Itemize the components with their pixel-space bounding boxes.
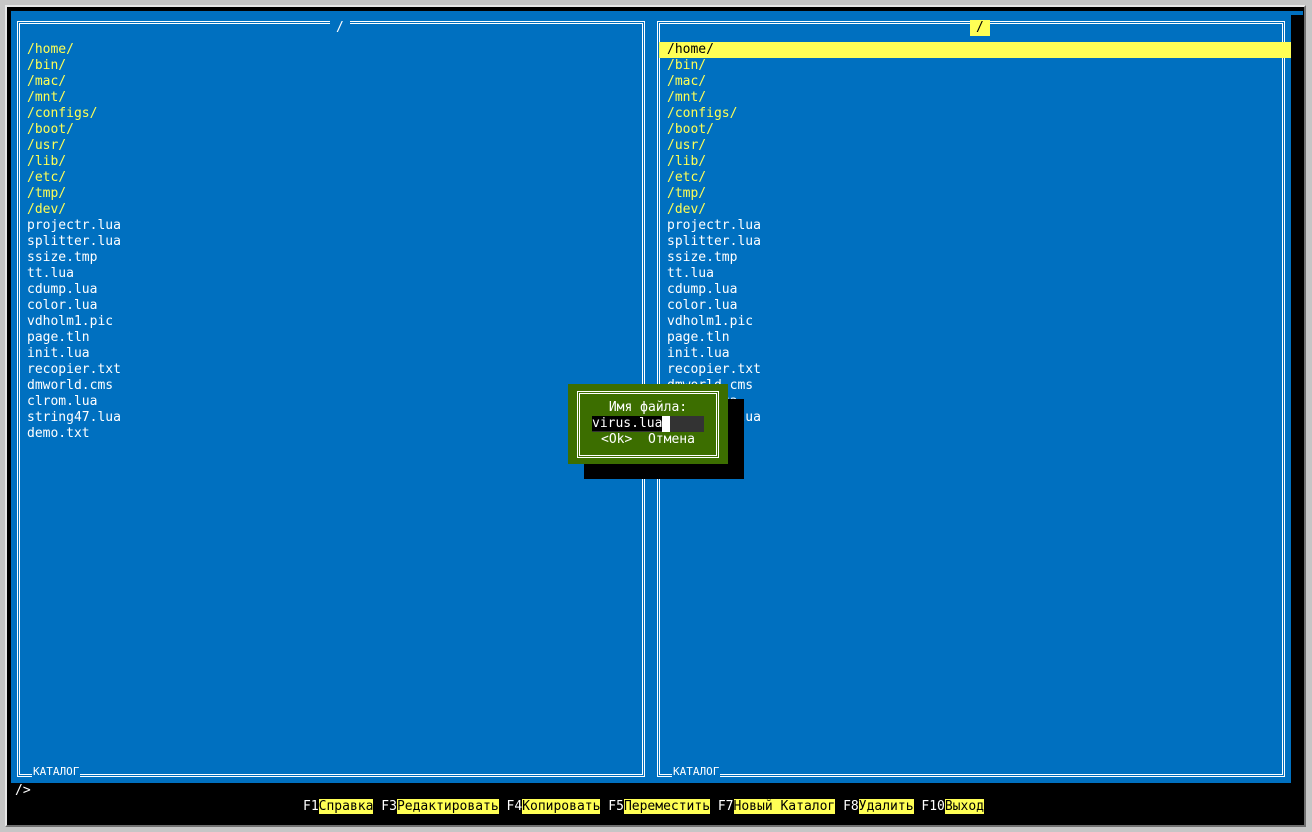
file-entry[interactable]: dmworld.cms bbox=[667, 378, 1291, 394]
fkey-label: Удалить bbox=[858, 799, 914, 814]
directory-entry[interactable]: /home/ bbox=[659, 42, 1291, 58]
directory-entry[interactable]: /dev/ bbox=[667, 202, 1291, 218]
directory-entry[interactable]: /etc/ bbox=[27, 170, 121, 186]
function-key-bar: F1Справка F3Редактировать F4Копировать F… bbox=[303, 799, 984, 815]
dialog-label: Имя файла: bbox=[608, 400, 688, 415]
left-panel-path: / bbox=[330, 20, 350, 36]
fkey-f3[interactable]: F3Редактировать bbox=[381, 799, 499, 814]
file-entry[interactable]: page.tln bbox=[27, 330, 121, 346]
file-entry[interactable]: demo.txt bbox=[27, 426, 121, 442]
left-panel-footer: КАТАЛОГ bbox=[32, 765, 81, 779]
fkey-number: F5 bbox=[608, 799, 624, 814]
fkey-f5[interactable]: F5Переместить bbox=[608, 799, 711, 814]
file-entry[interactable]: cdump.lua bbox=[27, 282, 121, 298]
file-entry[interactable]: projectr.lua bbox=[667, 218, 1291, 234]
right-panel[interactable]: / КАТАЛОГ /home//bin//mac//mnt//configs/… bbox=[651, 15, 1291, 783]
dialog-buttons: <Ok> Отмена bbox=[568, 432, 728, 448]
fkey-number: F8 bbox=[843, 799, 859, 814]
directory-entry[interactable]: /boot/ bbox=[667, 122, 1291, 138]
fkey-label: Новый Каталог bbox=[733, 799, 836, 814]
fkey-label: Переместить bbox=[623, 799, 711, 814]
fkey-f8[interactable]: F8Удалить bbox=[843, 799, 914, 814]
file-entry[interactable]: vdholm1.pic bbox=[27, 314, 121, 330]
directory-entry[interactable]: /mac/ bbox=[27, 74, 121, 90]
fkey-number: F3 bbox=[381, 799, 397, 814]
file-entry[interactable]: projectr.lua bbox=[27, 218, 121, 234]
right-panel-footer: КАТАЛОГ bbox=[672, 765, 721, 779]
file-entry[interactable]: demo.txt bbox=[667, 426, 1291, 442]
file-entry[interactable]: recopier.txt bbox=[27, 362, 121, 378]
file-entry[interactable]: ssize.tmp bbox=[667, 250, 1291, 266]
file-entry[interactable]: page.tln bbox=[667, 330, 1291, 346]
directory-entry[interactable]: /mnt/ bbox=[27, 90, 121, 106]
left-panel[interactable]: / КАТАЛОГ /home//bin//mac//mnt//configs/… bbox=[11, 15, 651, 783]
file-entry[interactable]: clrom.lua bbox=[27, 394, 121, 410]
directory-entry[interactable]: /tmp/ bbox=[667, 186, 1291, 202]
fkey-number: F7 bbox=[717, 799, 734, 814]
fkey-label: Выход bbox=[944, 799, 984, 814]
directory-entry[interactable]: /bin/ bbox=[667, 58, 1291, 74]
cancel-button[interactable]: Отмена bbox=[648, 432, 695, 447]
directory-entry[interactable]: /bin/ bbox=[27, 58, 121, 74]
text-cursor bbox=[662, 416, 671, 432]
filename-dialog: Имя файла: virus.lua <Ok> Отмена bbox=[568, 384, 728, 464]
file-entry[interactable]: splitter.lua bbox=[27, 234, 121, 250]
fkey-number: F10 bbox=[921, 799, 945, 814]
directory-entry[interactable]: /mac/ bbox=[667, 74, 1291, 90]
file-entry[interactable]: init.lua bbox=[27, 346, 121, 362]
file-entry[interactable]: splitter.lua bbox=[667, 234, 1291, 250]
directory-entry[interactable]: /lib/ bbox=[667, 154, 1291, 170]
fkey-f1[interactable]: F1Справка bbox=[303, 799, 374, 814]
file-entry[interactable]: init.lua bbox=[667, 346, 1291, 362]
filename-input-value: virus.lua bbox=[592, 416, 663, 431]
directory-entry[interactable]: /mnt/ bbox=[667, 90, 1291, 106]
file-entry[interactable]: recopier.txt bbox=[667, 362, 1291, 378]
file-entry[interactable]: color.lua bbox=[667, 298, 1291, 314]
file-entry[interactable]: color.lua bbox=[27, 298, 121, 314]
fkey-label: Копировать bbox=[522, 799, 601, 814]
left-file-list: /home//bin//mac//mnt//configs//boot//usr… bbox=[27, 42, 121, 442]
fkey-f10[interactable]: F10Выход bbox=[921, 799, 984, 814]
file-entry[interactable]: string47.lua bbox=[27, 410, 121, 426]
directory-entry[interactable]: /dev/ bbox=[27, 202, 121, 218]
file-entry[interactable]: string47.lua bbox=[667, 410, 1291, 426]
fkey-label: Справка bbox=[318, 799, 374, 814]
file-entry[interactable]: ssize.tmp bbox=[27, 250, 121, 266]
command-line[interactable]: /> bbox=[15, 783, 31, 799]
terminal-screen: / КАТАЛОГ /home//bin//mac//mnt//configs/… bbox=[11, 11, 1303, 825]
file-entry[interactable]: tt.lua bbox=[27, 266, 121, 282]
directory-entry[interactable]: /boot/ bbox=[27, 122, 121, 138]
directory-entry[interactable]: /configs/ bbox=[667, 106, 1291, 122]
right-panel-path: / bbox=[970, 20, 990, 36]
fkey-number: F1 bbox=[303, 799, 319, 814]
directory-entry[interactable]: /usr/ bbox=[27, 138, 121, 154]
file-entry[interactable]: dmworld.cms bbox=[27, 378, 121, 394]
directory-entry[interactable]: /configs/ bbox=[27, 106, 121, 122]
directory-entry[interactable]: /tmp/ bbox=[27, 186, 121, 202]
directory-entry[interactable]: /etc/ bbox=[667, 170, 1291, 186]
file-entry[interactable]: vdholm1.pic bbox=[667, 314, 1291, 330]
ok-button[interactable]: <Ok> bbox=[601, 432, 632, 447]
directory-entry[interactable]: /home/ bbox=[27, 42, 121, 58]
file-entry[interactable]: clrom.lua bbox=[667, 394, 1291, 410]
fkey-f7[interactable]: F7Новый Каталог bbox=[717, 799, 836, 814]
file-entry[interactable]: cdump.lua bbox=[667, 282, 1291, 298]
directory-entry[interactable]: /usr/ bbox=[667, 138, 1291, 154]
file-entry[interactable]: tt.lua bbox=[667, 266, 1291, 282]
directory-entry[interactable]: /lib/ bbox=[27, 154, 121, 170]
fkey-f4[interactable]: F4Копировать bbox=[507, 799, 601, 814]
fkey-number: F4 bbox=[506, 799, 523, 814]
fkey-label: Редактировать bbox=[396, 799, 499, 814]
right-file-list: /home//bin//mac//mnt//configs//boot//usr… bbox=[659, 42, 1291, 442]
filename-input[interactable]: virus.lua bbox=[592, 416, 704, 432]
